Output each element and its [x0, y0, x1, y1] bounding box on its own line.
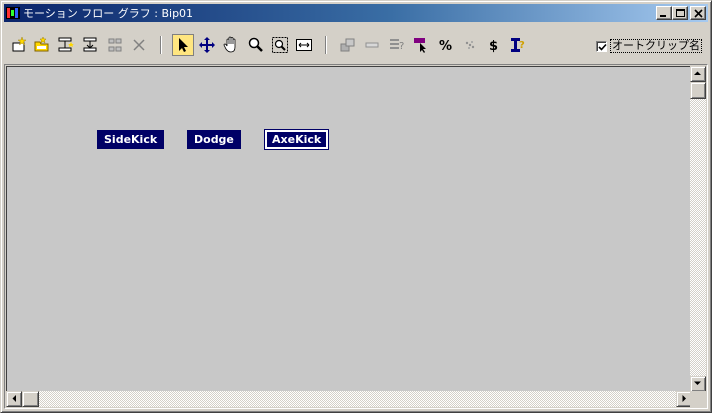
svg-text:$: $	[489, 39, 498, 54]
minimize-button[interactable]	[656, 6, 672, 20]
zoom-icon[interactable]	[245, 34, 267, 56]
vertical-scroll-thumb[interactable]	[690, 82, 706, 99]
app-icon	[6, 7, 20, 19]
percent-icon[interactable]: %	[434, 34, 456, 56]
select-random-icon[interactable]	[410, 34, 432, 56]
create-clip-icon[interactable]	[8, 34, 30, 56]
minimize-icon	[660, 15, 666, 17]
motion-flow-graph-window: モーション フロー グラフ : Bip01 ? % $ ? オートクリップ名 S…	[0, 0, 712, 413]
select-icon[interactable]	[172, 34, 194, 56]
maximize-icon	[676, 9, 685, 17]
clip-node-sidekick[interactable]: SideKick	[97, 130, 165, 149]
window-controls	[656, 6, 706, 20]
autoclip-name-option[interactable]: オートクリップ名	[596, 39, 702, 53]
create-transition-icon[interactable]	[55, 34, 77, 56]
pan-icon[interactable]	[220, 34, 242, 56]
clip-node-axekick[interactable]: AxeKick	[263, 129, 330, 150]
checkmark-icon	[598, 43, 607, 51]
scroll-up-button[interactable]	[690, 66, 706, 82]
close-button[interactable]	[690, 6, 706, 20]
scroll-left-button[interactable]	[6, 391, 22, 407]
horizontal-scrollbar[interactable]	[6, 391, 692, 407]
arrow-left-icon	[12, 395, 16, 402]
arrow-up-icon	[694, 71, 701, 75]
clip-info-icon[interactable]: ?	[507, 34, 529, 56]
delete-icon[interactable]	[128, 34, 150, 56]
toolbar: ? % $ ? オートクリップ名	[4, 25, 708, 63]
close-icon	[694, 9, 703, 18]
svg-text:?: ?	[519, 40, 525, 51]
create-transition-from-to-icon[interactable]	[79, 34, 101, 56]
svg-text:%: %	[439, 39, 452, 54]
graph-view-frame: SideKick Dodge AxeKick	[4, 64, 708, 409]
zoom-extents-icon[interactable]	[293, 34, 315, 56]
clear-icon[interactable]	[361, 34, 383, 56]
toolbar-separator	[160, 36, 162, 54]
horizontal-scroll-thumb[interactable]	[22, 391, 39, 407]
vertical-scrollbar[interactable]	[690, 66, 706, 392]
delete-transition-icon[interactable]	[104, 34, 126, 56]
scroll-down-button[interactable]	[690, 376, 706, 392]
autoclip-label[interactable]: オートクリップ名	[610, 39, 702, 53]
title-bar[interactable]: モーション フロー グラフ : Bip01	[4, 4, 708, 22]
script-info-icon[interactable]: ?	[386, 34, 408, 56]
maximize-button[interactable]	[672, 6, 688, 20]
scrollbar-corner	[690, 391, 706, 407]
clip-node-dodge[interactable]: Dodge	[187, 130, 241, 149]
window-title: モーション フロー グラフ : Bip01	[23, 7, 194, 20]
zoom-region-icon[interactable]	[269, 34, 291, 56]
toolbar-separator	[325, 36, 327, 54]
load-files-icon[interactable]	[31, 34, 53, 56]
svg-text:?: ?	[399, 41, 404, 52]
arrow-right-icon	[682, 395, 686, 402]
graph-canvas[interactable]: SideKick Dodge AxeKick	[6, 66, 692, 392]
random-options-icon[interactable]	[459, 34, 481, 56]
move-icon[interactable]	[196, 34, 218, 56]
dollar-icon[interactable]: $	[483, 34, 505, 56]
show-scripts-icon[interactable]	[337, 34, 359, 56]
arrow-down-icon	[694, 381, 701, 385]
autoclip-checkbox[interactable]	[596, 40, 607, 52]
